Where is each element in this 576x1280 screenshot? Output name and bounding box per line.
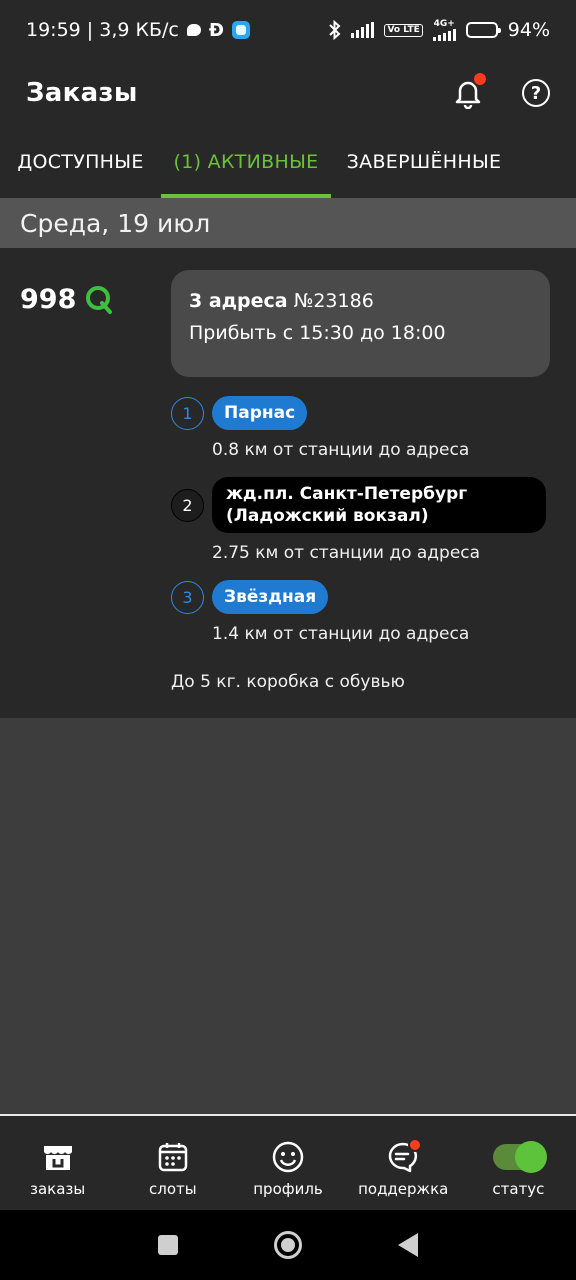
stop-number: 3 bbox=[171, 580, 204, 614]
system-nav-bar bbox=[0, 1210, 576, 1280]
order-price: 998 bbox=[20, 284, 114, 315]
volte-icon: Vo LTE bbox=[384, 23, 423, 37]
orders-screen: 19:59 | 3,9 КБ/с Ð Vo LTE 4G+ 94% Заказы… bbox=[0, 0, 576, 1280]
app-notification-icon bbox=[231, 21, 250, 39]
page-title: Заказы bbox=[26, 78, 138, 108]
price-value: 998 bbox=[20, 284, 77, 315]
nav-slots[interactable]: слоты bbox=[115, 1116, 230, 1210]
status-time-speed: 19:59 | 3,9 КБ/с bbox=[26, 19, 179, 41]
battery-percent: 94% bbox=[507, 19, 550, 41]
tab-available[interactable]: ДОСТУПНЫЕ bbox=[0, 126, 161, 198]
home-icon[interactable] bbox=[274, 1231, 302, 1259]
stop-item: 3 Звёздная 1.4 км от станции до адреса bbox=[171, 580, 551, 644]
cargo-description: До 5 кг. коробка с обувью bbox=[171, 672, 405, 692]
signal-icon-2 bbox=[432, 28, 456, 41]
battery-icon bbox=[465, 22, 501, 38]
order-card[interactable]: 998 3 адреса №23186 Прибыть с 15:30 до 1… bbox=[0, 248, 576, 718]
notifications-bell-icon[interactable] bbox=[452, 71, 488, 110]
stop-item: 2 жд.пл. Санкт-Петербург (Ладожский вокз… bbox=[171, 477, 551, 563]
order-number: №23186 bbox=[293, 290, 374, 312]
nav-label: статус bbox=[492, 1180, 545, 1198]
order-tabs: ДОСТУПНЫЕ (1) АКТИВНЫЕ ЗАВЕРШЁННЫЕ bbox=[0, 126, 576, 198]
nav-support[interactable]: поддержка bbox=[346, 1116, 461, 1210]
status-toggle-icon[interactable] bbox=[493, 1141, 548, 1173]
address-count: 3 адреса bbox=[189, 290, 288, 312]
stop-number: 2 bbox=[171, 488, 204, 522]
message-icon bbox=[186, 24, 201, 36]
nav-label: заказы bbox=[29, 1180, 86, 1198]
stop-number: 1 bbox=[171, 396, 204, 430]
tab-active[interactable]: (1) АКТИВНЫЕ bbox=[161, 126, 331, 198]
question-icon: ? bbox=[530, 82, 542, 104]
recent-apps-icon[interactable] bbox=[158, 1235, 178, 1255]
nav-label: поддержка bbox=[358, 1180, 449, 1198]
order-summary: 3 адреса №23186 Прибыть с 15:30 до 18:00 bbox=[171, 270, 550, 377]
stop-item: 1 Парнас 0.8 км от станции до адреса bbox=[171, 396, 551, 460]
smiley-icon bbox=[272, 1141, 304, 1173]
station-chip: Парнас bbox=[212, 396, 308, 430]
nav-status[interactable]: статус bbox=[461, 1116, 576, 1210]
help-button[interactable]: ? bbox=[522, 79, 550, 107]
q-logo-icon bbox=[86, 285, 113, 314]
store-icon bbox=[43, 1146, 72, 1170]
network-type: 4G+ bbox=[433, 18, 455, 29]
nav-profile[interactable]: профиль bbox=[230, 1116, 345, 1210]
stop-distance: 2.75 км от станции до адреса bbox=[212, 543, 481, 563]
back-icon[interactable] bbox=[398, 1233, 418, 1257]
nav-label: слоты bbox=[149, 1180, 197, 1198]
support-chat-icon bbox=[386, 1138, 423, 1174]
station-chip: Звёздная bbox=[212, 580, 329, 614]
bottom-nav: заказы слоты профиль поддержка статус bbox=[0, 1114, 576, 1210]
stop-distance: 1.4 км от станции до адреса bbox=[212, 624, 470, 644]
status-bar: 19:59 | 3,9 КБ/с Ð Vo LTE 4G+ 94% bbox=[0, 0, 576, 60]
app-header: Заказы ? bbox=[0, 60, 576, 126]
tab-completed[interactable]: ЗАВЕРШЁННЫЕ bbox=[331, 126, 517, 198]
calendar-icon bbox=[158, 1143, 188, 1172]
date-header: Среда, 19 июл bbox=[0, 198, 576, 248]
station-chip: жд.пл. Санкт-Петербург (Ладожский вокзал… bbox=[212, 477, 546, 533]
nav-orders[interactable]: заказы bbox=[0, 1116, 115, 1210]
notification-badge bbox=[472, 71, 488, 87]
signal-icon bbox=[351, 22, 375, 38]
nav-label: профиль bbox=[253, 1180, 323, 1198]
bluetooth-icon bbox=[329, 20, 341, 40]
d-app-icon: Ð bbox=[208, 19, 224, 41]
arrival-window: Прибыть с 15:30 до 18:00 bbox=[189, 322, 446, 344]
stop-distance: 0.8 км от станции до адреса bbox=[212, 440, 470, 460]
